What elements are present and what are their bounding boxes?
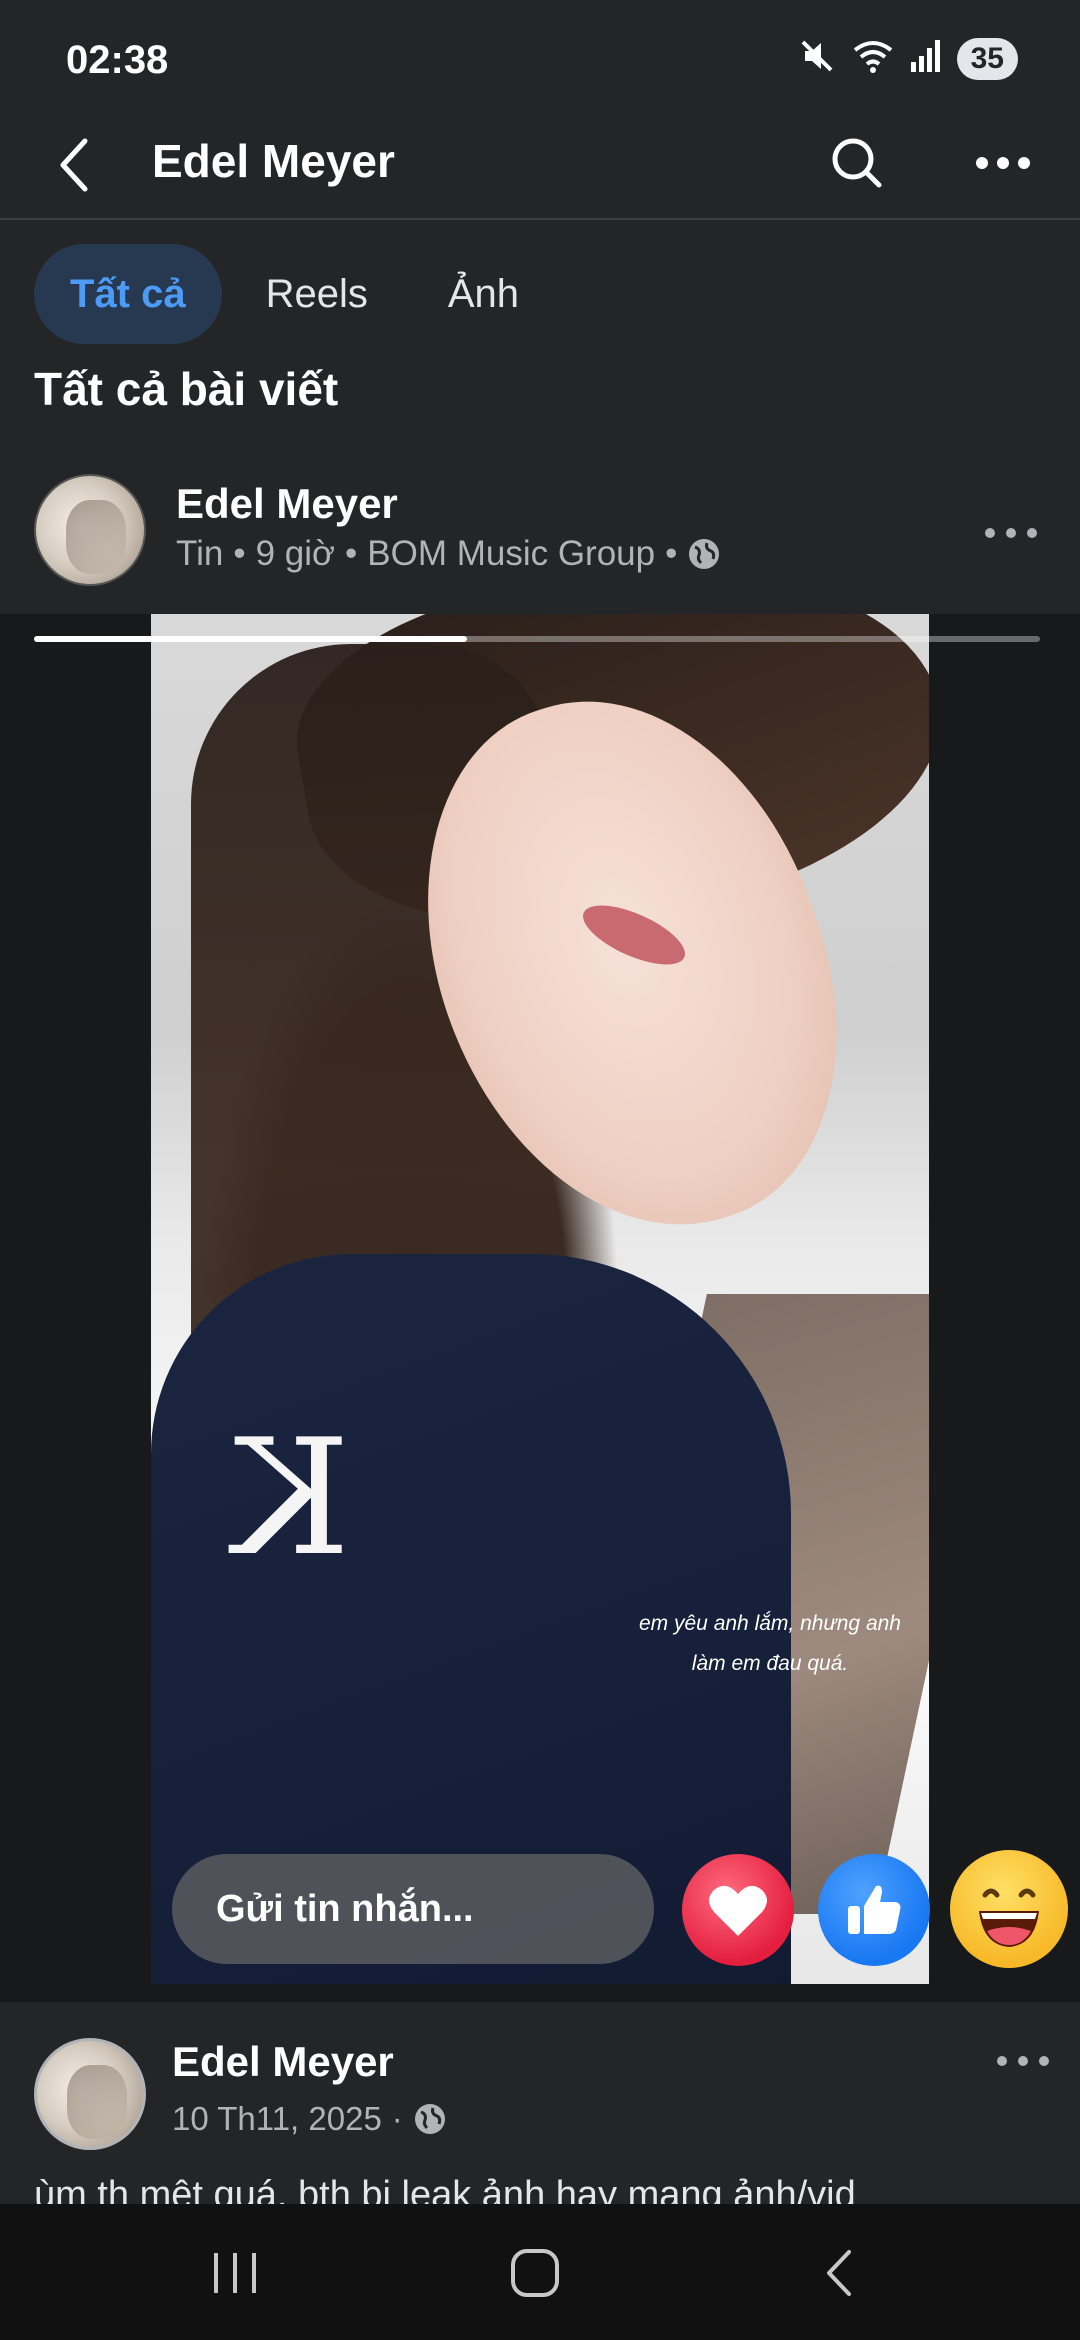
caption-line: làm em đau quá. [691,1652,849,1675]
post-divider [0,1984,1080,2002]
thumbs-up-icon [848,1885,901,1934]
separator-dot: • [665,534,678,573]
story-progress-fill [34,636,467,642]
avatar[interactable] [34,474,146,586]
page-header: Edel Meyer [0,120,1080,220]
like-reaction-button[interactable] [818,1854,930,1966]
story-viewer[interactable]: K em yêu anh lắm, nhưng anh làm em đau q… [0,614,1080,1998]
status-time: 02:38 [66,38,169,82]
more-icon [997,2056,1049,2066]
story-progress-bar [34,636,1040,642]
home-icon [511,2249,559,2297]
status-icons: 35 [797,36,1018,81]
back-button[interactable] [40,130,110,200]
home-button[interactable] [490,2238,580,2308]
post-meta: Tin • 9 giờ • BOM Music Group • [176,534,721,574]
more-options-button[interactable] [968,128,1038,198]
post-meta: 10 Th11, 2025 · [172,2100,447,2138]
wifi-icon [851,36,895,81]
post-type: Tin [176,534,224,573]
message-input[interactable]: Gửi tin nhắn... [172,1854,654,1964]
post-more-button[interactable] [976,508,1046,558]
mute-icon [797,36,837,81]
section-title: Tất cả bài viết [34,363,339,415]
globe-icon [689,539,720,569]
separator-dot: · [391,2100,403,2137]
author-name[interactable]: Edel Meyer [176,480,398,528]
back-icon [60,138,88,192]
avatar[interactable] [34,2038,146,2150]
search-icon [832,138,882,188]
more-icon [976,157,1030,169]
heart-icon [709,1885,767,1936]
separator-dot: • [344,534,358,573]
search-button[interactable] [822,128,892,198]
recent-apps-icon [214,2253,256,2293]
globe-icon [414,2104,445,2134]
shirt-logo: K [231,1404,351,1591]
separator-dot: • [233,534,246,573]
laughing-face-icon [979,1888,1039,1947]
story-photo[interactable]: K [151,614,929,1998]
caption-line: em yêu anh lắm, nhưng anh [639,1612,901,1635]
system-back-button[interactable] [796,2238,886,2308]
post-date: 10 Th11, 2025 [172,2100,382,2137]
post-group[interactable]: BOM Music Group [367,534,655,574]
post-time: 9 giờ [255,534,335,573]
tab-reels[interactable]: Reels [230,244,404,344]
love-reaction-button[interactable] [682,1854,794,1966]
status-bar: 02:38 35 [0,0,1080,120]
back-icon [827,2250,851,2296]
battery-indicator: 35 [956,37,1018,80]
system-nav-bar [0,2204,1080,2340]
tab-all[interactable]: Tất cả [34,244,222,344]
story-caption: em yêu anh lắm, nhưng anh làm em đau quá… [600,1604,940,1684]
author-name[interactable]: Edel Meyer [172,2038,394,2086]
post-more-button[interactable] [988,2036,1058,2086]
recent-apps-button[interactable] [190,2238,280,2308]
post-header: Edel Meyer Tin • 9 giờ • BOM Music Group… [0,472,1080,602]
more-icon [985,528,1037,538]
signal-icon [909,38,943,79]
haha-reaction-button[interactable] [950,1850,1068,1968]
page-title: Edel Meyer [152,135,395,187]
filter-tabs: Tất cả Reels Ảnh [34,244,563,344]
tab-photos[interactable]: Ảnh [412,244,555,344]
post-header: Edel Meyer 10 Th11, 2025 · [0,2036,1080,2166]
